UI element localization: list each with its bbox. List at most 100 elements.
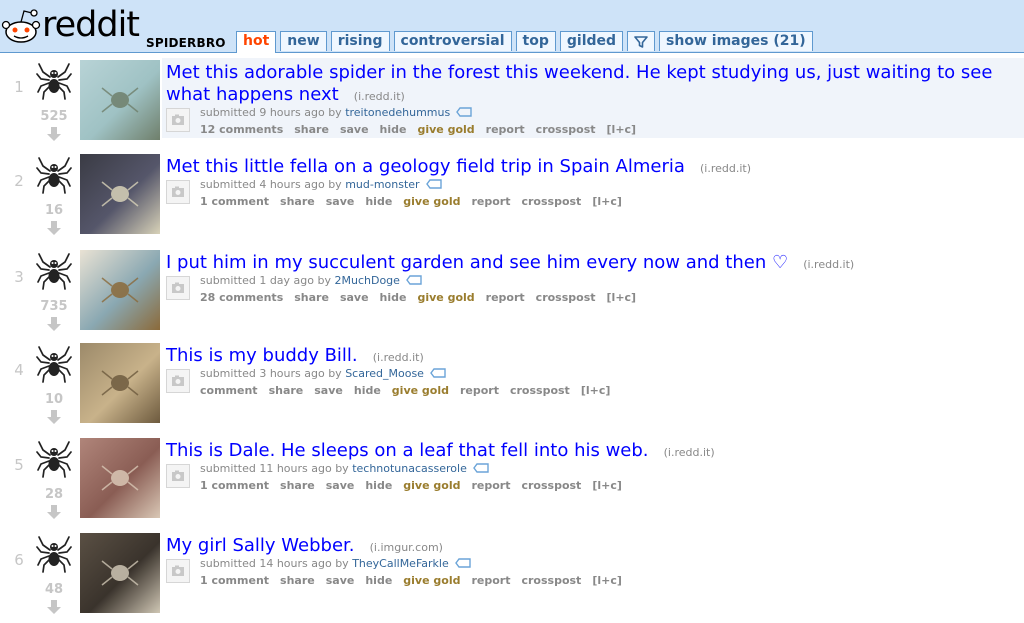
hide-button[interactable]: hide [380,123,407,136]
report-button[interactable]: report [486,123,525,136]
hide-button[interactable]: hide [365,479,392,492]
expando-button[interactable] [166,369,190,393]
upvote-button[interactable] [36,438,72,480]
source-link-button[interactable]: [l+c] [592,574,622,587]
post-author[interactable]: technotunacasserole [352,462,467,475]
post-title-link[interactable]: I put him in my succulent garden and see… [166,252,788,273]
upvote-button[interactable] [36,343,72,385]
expando-button[interactable] [166,180,190,204]
upvote-button[interactable] [36,60,72,102]
tab-top[interactable]: top [515,31,556,51]
post-thumbnail[interactable] [80,343,160,423]
downvote-arrow-icon[interactable] [46,599,62,615]
source-link-button[interactable]: [l+c] [581,384,611,397]
post-domain[interactable]: (i.redd.it) [803,258,854,271]
post-thumbnail[interactable] [80,438,160,518]
filter-tab[interactable] [627,31,656,51]
report-button[interactable]: report [486,291,525,304]
post-title-link[interactable]: My girl Sally Webber. [166,535,355,556]
give-gold-button[interactable]: give gold [392,384,449,397]
upvote-button[interactable] [36,250,72,292]
report-button[interactable]: report [471,195,510,208]
post-thumbnail[interactable] [80,250,160,330]
crosspost-button[interactable]: crosspost [510,384,570,397]
share-button[interactable]: share [294,123,329,136]
post-title-link[interactable]: Met this adorable spider in the forest t… [166,62,992,105]
crosspost-button[interactable]: crosspost [536,291,596,304]
hide-button[interactable]: hide [380,291,407,304]
comments-button[interactable]: 28 comments [200,291,283,304]
tab-controversial[interactable]: controversial [393,31,512,51]
post-thumbnail[interactable] [80,154,160,234]
post-domain[interactable]: (i.redd.it) [354,90,405,103]
tab-hot[interactable]: hot [236,31,277,53]
tab-new[interactable]: new [280,31,327,51]
post-domain[interactable]: (i.redd.it) [373,351,424,364]
crosspost-button[interactable]: crosspost [521,479,581,492]
downvote-arrow-icon[interactable] [46,220,62,236]
tab-gilded[interactable]: gilded [559,31,624,51]
hide-button[interactable]: hide [354,384,381,397]
post-domain[interactable]: (i.redd.it) [700,162,751,175]
show-images-tab[interactable]: show images (21) [659,31,813,51]
comments-button[interactable]: 1 comment [200,195,269,208]
share-button[interactable]: share [280,195,315,208]
post-domain[interactable]: (i.imgur.com) [370,541,443,554]
post-thumbnail[interactable] [80,533,160,613]
post-title-link[interactable]: This is Dale. He sleeps on a leaf that f… [166,440,649,461]
source-link-button[interactable]: [l+c] [607,123,637,136]
give-gold-button[interactable]: give gold [403,574,460,587]
comments-button[interactable]: comment [200,384,258,397]
hide-button[interactable]: hide [365,574,392,587]
reddit-logo[interactable]: reddit [0,0,140,52]
post-author[interactable]: Scared_Moose [345,367,424,380]
crosspost-button[interactable]: crosspost [521,574,581,587]
expando-button[interactable] [166,559,190,583]
post-title-link[interactable]: This is my buddy Bill. [166,345,358,366]
post-author[interactable]: treitonedehummus [345,106,450,119]
downvote-arrow-icon[interactable] [46,504,62,520]
source-link-button[interactable]: [l+c] [592,479,622,492]
save-button[interactable]: save [326,195,355,208]
subreddit-name[interactable]: SPIDERBRO [146,36,226,50]
comments-button[interactable]: 12 comments [200,123,283,136]
post-thumbnail[interactable] [80,60,160,140]
source-link-button[interactable]: [l+c] [607,291,637,304]
upvote-button[interactable] [36,154,72,196]
comments-button[interactable]: 1 comment [200,479,269,492]
post-domain[interactable]: (i.redd.it) [664,446,715,459]
tab-rising[interactable]: rising [330,31,390,51]
give-gold-button[interactable]: give gold [403,195,460,208]
save-button[interactable]: save [340,291,369,304]
source-link-button[interactable]: [l+c] [592,195,622,208]
save-button[interactable]: save [340,123,369,136]
upvote-button[interactable] [36,533,72,575]
expando-button[interactable] [166,108,190,132]
comments-button[interactable]: 1 comment [200,574,269,587]
report-button[interactable]: report [460,384,499,397]
hide-button[interactable]: hide [365,195,392,208]
crosspost-button[interactable]: crosspost [536,123,596,136]
post-author[interactable]: 2MuchDoge [335,274,400,287]
downvote-arrow-icon[interactable] [46,409,62,425]
save-button[interactable]: save [326,479,355,492]
post-author[interactable]: mud-monster [345,178,419,191]
share-button[interactable]: share [269,384,304,397]
downvote-arrow-icon[interactable] [46,316,62,332]
give-gold-button[interactable]: give gold [403,479,460,492]
save-button[interactable]: save [326,574,355,587]
crosspost-button[interactable]: crosspost [521,195,581,208]
report-button[interactable]: report [471,479,510,492]
downvote-arrow-icon[interactable] [46,126,62,142]
share-button[interactable]: share [294,291,329,304]
share-button[interactable]: share [280,479,315,492]
expando-button[interactable] [166,276,190,300]
expando-button[interactable] [166,464,190,488]
save-button[interactable]: save [314,384,343,397]
post-title-link[interactable]: Met this little fella on a geology field… [166,156,685,177]
report-button[interactable]: report [471,574,510,587]
share-button[interactable]: share [280,574,315,587]
give-gold-button[interactable]: give gold [417,291,474,304]
post-author[interactable]: TheyCallMeFarkle [352,557,449,570]
give-gold-button[interactable]: give gold [417,123,474,136]
